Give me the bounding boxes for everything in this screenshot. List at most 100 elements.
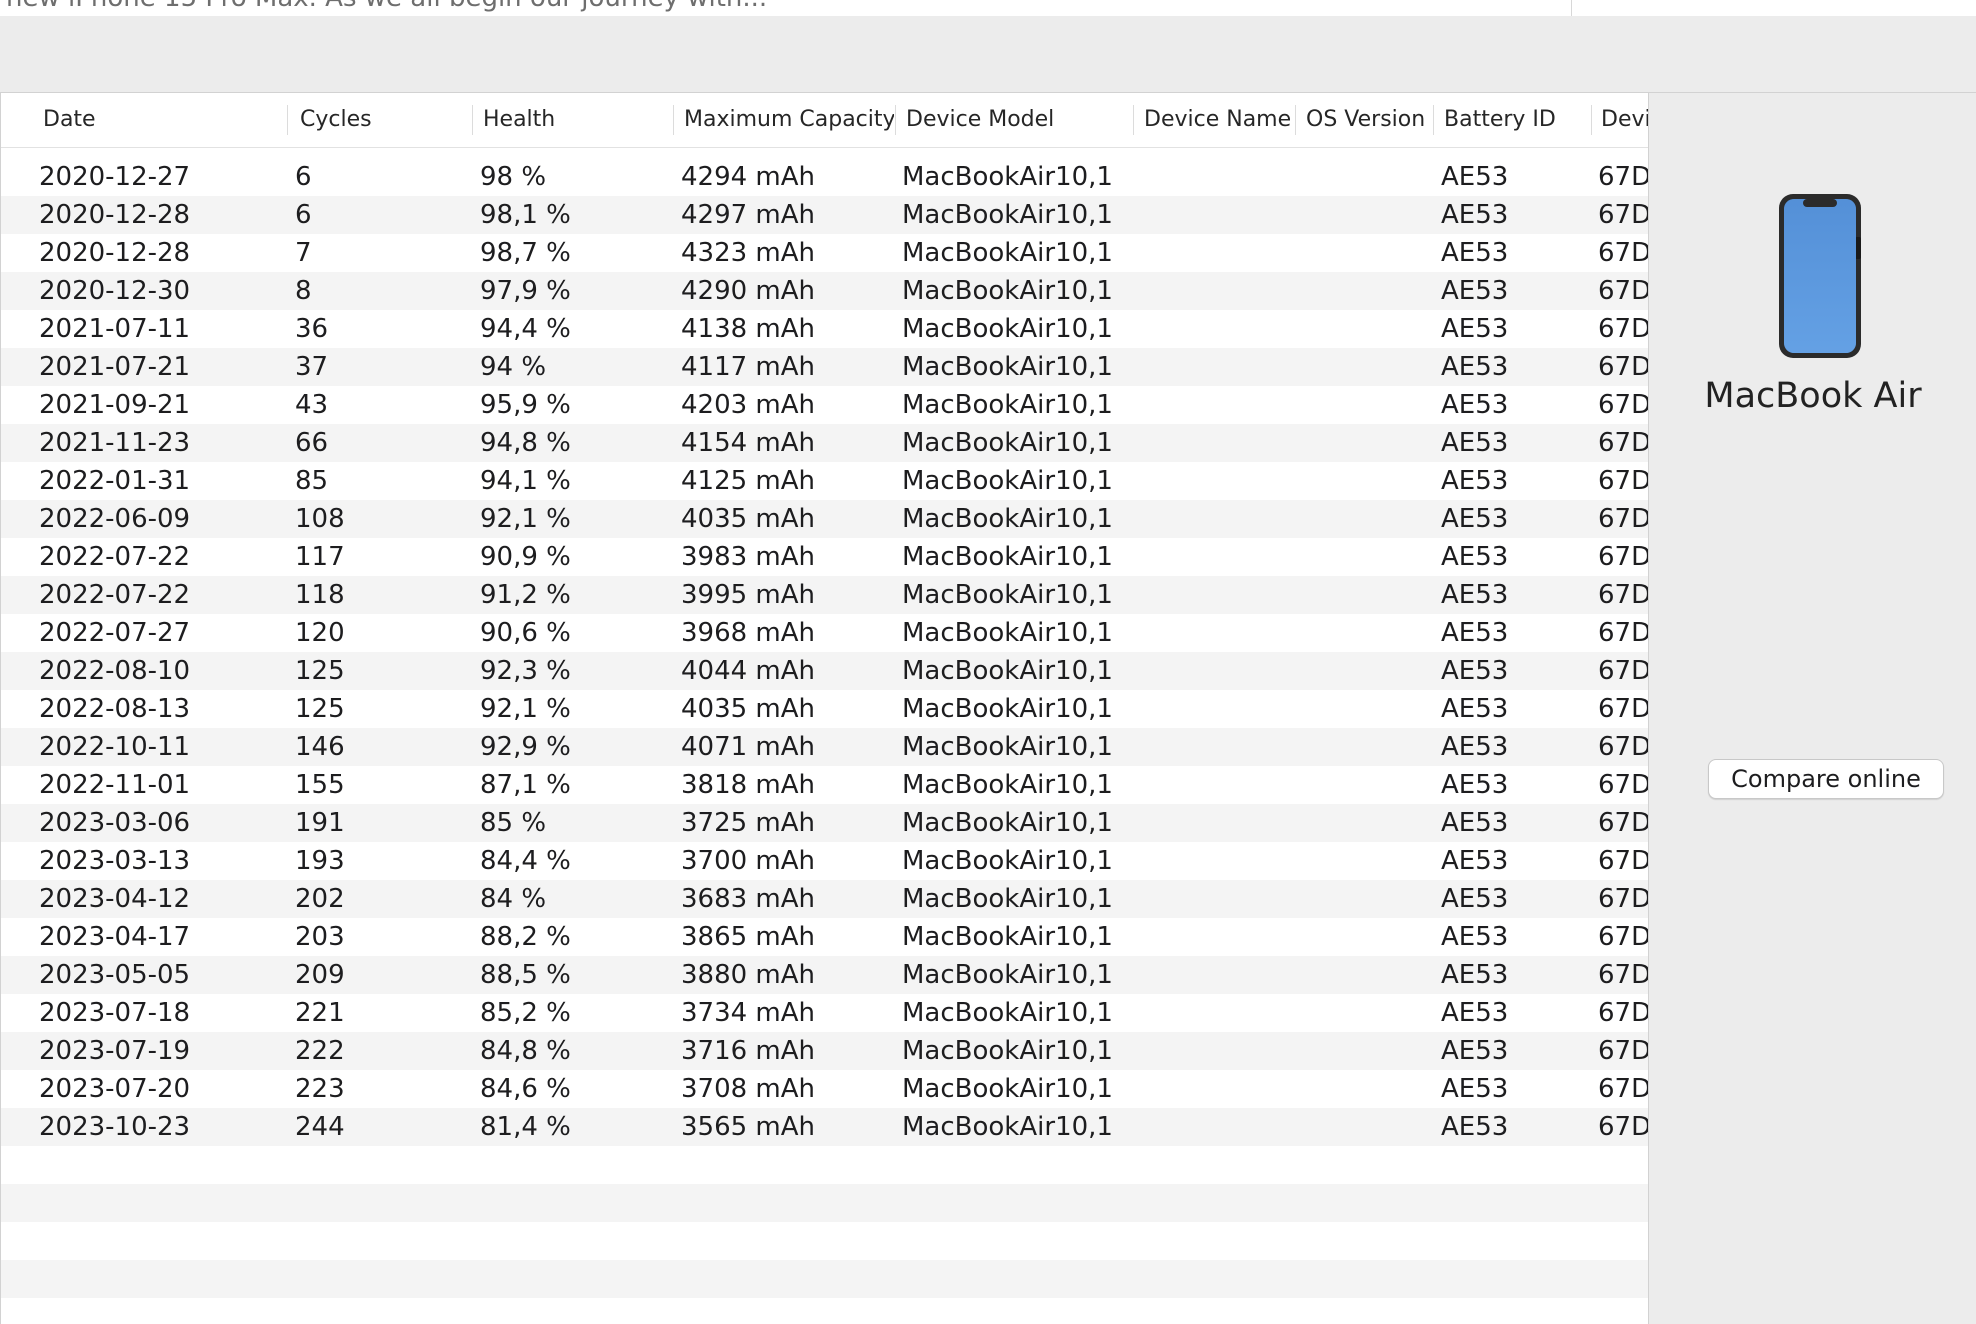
cell-maximum-capacity: 4035 mAh [681,694,816,724]
column-header-device-model[interactable]: Device Model [906,93,1126,147]
phone-icon [1778,193,1862,359]
column-separator[interactable] [287,105,288,135]
cell-health: 98 % [480,162,547,192]
table-row[interactable]: 2023-10-23 244 81,4 % 3565 mAh MacBookAir10,… [1,1108,1649,1146]
column-header-device-id[interactable]: Devi [1601,93,1649,147]
cell-health: 98,7 % [480,238,571,268]
table-row[interactable]: 2022-08-13 125 92,1 % 4035 mAh MacBookAir10,… [1,690,1649,728]
cell-device-id: 67D [1598,618,1649,648]
cell-battery-id: AE53 [1441,1074,1509,1104]
cell-date: 2021-07-21 [39,352,191,382]
column-separator[interactable] [673,105,674,135]
empty-row [1,1260,1649,1298]
cell-device-model: MacBookAir10,1 [902,542,1113,572]
column-header-device-name[interactable]: Device Name [1144,93,1294,147]
cell-device-model: MacBookAir10,1 [902,694,1113,724]
table-row[interactable]: 2020-12-28 6 98,1 % 4297 mAh MacBookAir10,1 A… [1,196,1649,234]
cell-date: 2022-11-01 [39,770,191,800]
cell-date: 2022-10-11 [39,732,191,762]
cell-cycles: 125 [295,656,345,686]
cell-date: 2023-07-20 [39,1074,191,1104]
table-row[interactable]: 2023-05-05 209 88,5 % 3880 mAh MacBookAir10,… [1,956,1649,994]
empty-row [1,1298,1649,1324]
cell-cycles: 222 [295,1036,345,1066]
table-row[interactable]: 2020-12-30 8 97,9 % 4290 mAh MacBookAir10,1 A… [1,272,1649,310]
cell-maximum-capacity: 3734 mAh [681,998,816,1028]
cell-date: 2022-01-31 [39,466,191,496]
cell-date: 2020-12-27 [39,162,191,192]
cell-date: 2023-10-23 [39,1112,191,1142]
cell-device-model: MacBookAir10,1 [902,808,1113,838]
cell-date: 2021-09-21 [39,390,191,420]
table-row[interactable]: 2022-11-01 155 87,1 % 3818 mAh MacBookAir10,… [1,766,1649,804]
cell-date: 2021-11-23 [39,428,191,458]
cell-date: 2020-12-28 [39,238,191,268]
compare-online-button[interactable]: Compare online [1708,759,1944,799]
table-row[interactable]: 2021-07-21 37 94 % 4117 mAh MacBookAir10,1 AE… [1,348,1649,386]
column-header-health[interactable]: Health [483,93,663,147]
cell-cycles: 6 [295,162,312,192]
column-separator[interactable] [1591,105,1592,135]
table-row[interactable]: 2022-08-10 125 92,3 % 4044 mAh MacBookAir10,… [1,652,1649,690]
table-row[interactable]: 2023-03-06 191 85 % 3725 mAh MacBookAir10,1 A… [1,804,1649,842]
cell-health: 92,1 % [480,694,571,724]
table-row[interactable]: 2021-09-21 43 95,9 % 4203 mAh MacBookAir10,1… [1,386,1649,424]
cell-maximum-capacity: 3565 mAh [681,1112,816,1142]
column-separator[interactable] [895,105,896,135]
cell-date: 2023-04-17 [39,922,191,952]
cell-cycles: 202 [295,884,345,914]
table-row[interactable]: 2023-07-19 222 84,8 % 3716 mAh MacBookAir10,… [1,1032,1649,1070]
cell-cycles: 244 [295,1112,345,1142]
cell-health: 94 % [480,352,547,382]
cell-cycles: 120 [295,618,345,648]
table-row[interactable]: 2023-03-13 193 84,4 % 3700 mAh MacBookAir10,… [1,842,1649,880]
cell-health: 84,8 % [480,1036,571,1066]
column-separator[interactable] [472,105,473,135]
cell-maximum-capacity: 4071 mAh [681,732,816,762]
cell-device-id: 67D [1598,732,1649,762]
cell-device-id: 67D [1598,580,1649,610]
table-row[interactable]: 2022-01-31 85 94,1 % 4125 mAh MacBookAir10,1… [1,462,1649,500]
cell-cycles: 7 [295,238,312,268]
table-row[interactable]: 2023-04-12 202 84 % 3683 mAh MacBookAir10,1 A… [1,880,1649,918]
cell-maximum-capacity: 4035 mAh [681,504,816,534]
table-row[interactable]: 2022-07-22 118 91,2 % 3995 mAh MacBookAir10,… [1,576,1649,614]
cell-device-model: MacBookAir10,1 [902,504,1113,534]
column-header-os-version[interactable]: OS Version [1306,93,1432,147]
cell-device-model: MacBookAir10,1 [902,390,1113,420]
table-row[interactable]: 2022-07-27 120 90,6 % 3968 mAh MacBookAir10,… [1,614,1649,652]
table-row[interactable]: 2020-12-28 7 98,7 % 4323 mAh MacBookAir10,1 A… [1,234,1649,272]
cell-device-id: 67D [1598,808,1649,838]
cell-date: 2022-07-22 [39,542,191,572]
column-header-maximum-capacity[interactable]: Maximum Capacity [684,93,894,147]
cell-cycles: 203 [295,922,345,952]
table-row[interactable]: 2022-07-22 117 90,9 % 3983 mAh MacBookAir10,… [1,538,1649,576]
column-header-cycles[interactable]: Cycles [300,93,460,147]
table-row[interactable]: 2021-07-11 36 94,4 % 4138 mAh MacBookAir10,1… [1,310,1649,348]
column-header-date[interactable]: Date [43,93,283,147]
cell-device-model: MacBookAir10,1 [902,276,1113,306]
cell-device-model: MacBookAir10,1 [902,998,1113,1028]
cell-date: 2022-07-22 [39,580,191,610]
cell-health: 94,1 % [480,466,571,496]
table-row[interactable]: 2022-10-11 146 92,9 % 4071 mAh MacBookAir10,… [1,728,1649,766]
table-row[interactable]: 2023-07-18 221 85,2 % 3734 mAh MacBookAir10,… [1,994,1649,1032]
cell-device-model: MacBookAir10,1 [902,732,1113,762]
cell-date: 2020-12-30 [39,276,191,306]
column-separator[interactable] [1295,105,1296,135]
empty-row [1,1222,1649,1260]
table-row[interactable]: 2021-11-23 66 94,8 % 4154 mAh MacBookAir10,1… [1,424,1649,462]
cell-cycles: 146 [295,732,345,762]
table-row[interactable]: 2023-04-17 203 88,2 % 3865 mAh MacBookAir10,… [1,918,1649,956]
column-separator[interactable] [1133,105,1134,135]
column-header-battery-id[interactable]: Battery ID [1444,93,1584,147]
table-row[interactable]: 2020-12-27 6 98 % 4294 mAh MacBookAir10,1 AE5… [1,158,1649,196]
cell-battery-id: AE53 [1441,276,1509,306]
table-row[interactable]: 2022-06-09 108 92,1 % 4035 mAh MacBookAir10,… [1,500,1649,538]
cell-device-id: 67D [1598,504,1649,534]
table-row[interactable]: 2023-07-20 223 84,6 % 3708 mAh MacBookAir10,… [1,1070,1649,1108]
column-separator[interactable] [1433,105,1434,135]
cell-device-id: 67D [1598,1074,1649,1104]
cell-cycles: 6 [295,200,312,230]
cell-cycles: 8 [295,276,312,306]
